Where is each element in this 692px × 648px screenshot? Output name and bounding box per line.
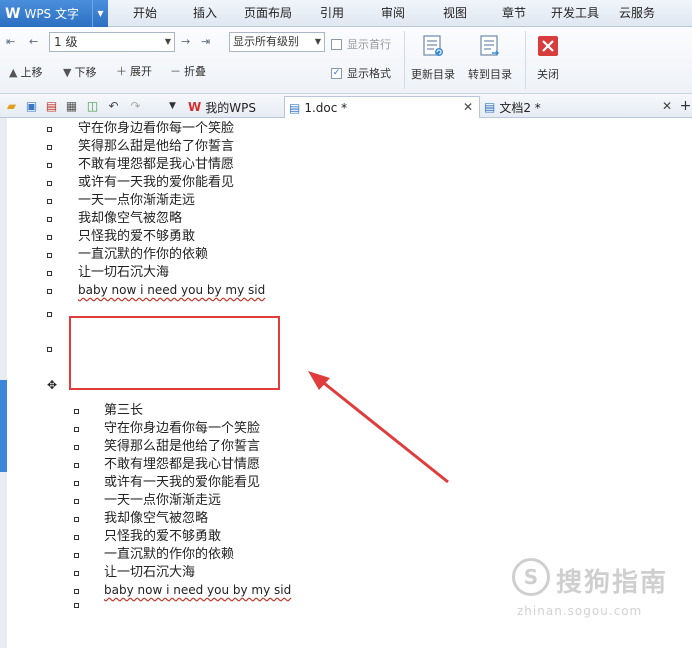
outline-bullet-icon[interactable] <box>74 517 79 522</box>
outline-bullet-icon[interactable] <box>74 463 79 468</box>
list-item[interactable]: baby now i need you by my sid <box>104 581 291 599</box>
outline-bullet-icon[interactable] <box>74 499 79 504</box>
outline-bullet-icon[interactable] <box>74 445 79 450</box>
list-item[interactable]: 一天一点你渐渐走远 <box>104 492 221 510</box>
list-item[interactable]: 不敢有埋怨都是我心甘情愿 <box>104 456 260 474</box>
list-item[interactable]: 一直沉默的作你的依赖 <box>104 546 234 564</box>
outline-bullet-icon[interactable] <box>74 571 79 576</box>
list-item[interactable]: 只怪我的爱不够勇敢 <box>104 528 221 546</box>
outline-bullet-icon[interactable] <box>74 603 79 608</box>
watermark-text: 搜狗指南 <box>556 568 669 598</box>
outline-bullet-icon[interactable] <box>74 409 79 414</box>
list-item[interactable]: 我却像空气被忽略 <box>104 510 208 528</box>
outline-bullet-icon[interactable] <box>74 535 79 540</box>
outline-bullet-icon[interactable] <box>74 481 79 486</box>
list-item[interactable]: 让一切石沉大海 <box>104 564 195 582</box>
outline-bullet-icon[interactable] <box>74 427 79 432</box>
list-item[interactable]: 第三长 <box>104 402 143 420</box>
arrow-line <box>319 378 449 484</box>
list-item[interactable]: 守在你身边看你每一个笑脸 <box>104 420 260 438</box>
sogou-logo-icon: S <box>512 558 550 596</box>
outline-bullet-icon[interactable] <box>74 553 79 558</box>
list-item[interactable]: 笑得那么甜是他给了你誓言 <box>104 438 260 456</box>
list-item[interactable]: 或许有一天我的爱你能看见 <box>104 474 260 492</box>
watermark-url: zhinan.sogou.com <box>517 604 643 618</box>
outline-bullet-icon[interactable] <box>74 589 79 594</box>
